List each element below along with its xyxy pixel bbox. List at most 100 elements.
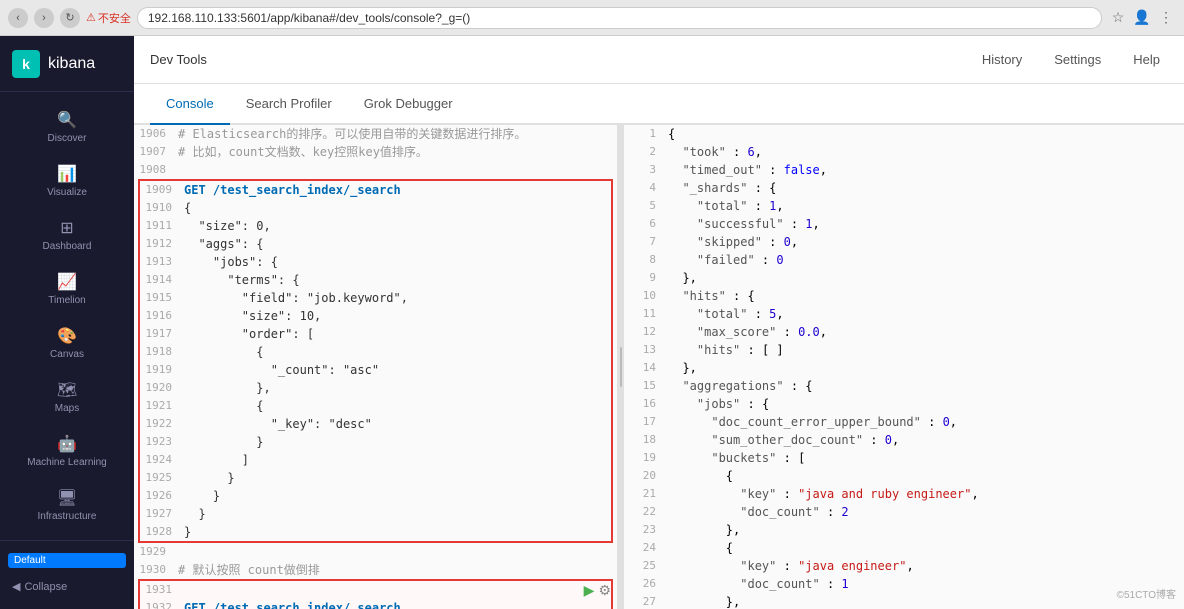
discover-icon: 🔍 <box>57 110 77 130</box>
editor-line[interactable]: 1919 "_count": "asc" <box>138 361 613 379</box>
editor-line[interactable]: 1909GET /test_search_index/_search <box>138 179 613 199</box>
sidebar-item-logs[interactable]: 📋 Logs <box>0 532 134 540</box>
response-line-content: "hits" : [ ] <box>664 341 1184 359</box>
response-line-number: 22 <box>624 503 664 521</box>
tab-console[interactable]: Console <box>150 84 230 125</box>
help-button[interactable]: Help <box>1125 48 1168 71</box>
response-line: 18 "sum_other_doc_count" : 0, <box>624 431 1184 449</box>
sidebar-logo: k kibana <box>0 36 134 92</box>
editor-line[interactable]: 1918 { <box>138 343 613 361</box>
sidebar-item-dashboard[interactable]: ⊞ Dashboard <box>0 208 134 262</box>
response-line: 27 }, <box>624 593 1184 609</box>
sidebar-item-label: Infrastructure <box>38 511 97 522</box>
ml-icon: 🤖 <box>57 434 77 454</box>
sidebar-item-infrastructure[interactable]: 🖥 Infrastructure <box>0 478 134 532</box>
sidebar-item-visualize[interactable]: 📊 Visualize <box>0 154 134 208</box>
sidebar-item-ml[interactable]: 🤖 Machine Learning <box>0 424 134 478</box>
response-line: 10 "hits" : { <box>624 287 1184 305</box>
editor-line[interactable]: 1929 <box>134 543 617 561</box>
default-space-badge[interactable]: Default <box>8 553 126 568</box>
collapse-button[interactable]: ◀ Collapse <box>0 572 134 601</box>
line-content: "field": "job.keyword", <box>180 289 611 307</box>
editor-line[interactable]: 1921 { <box>138 397 613 415</box>
editor-line[interactable]: 1910{ <box>138 199 613 217</box>
response-line-number: 27 <box>624 593 664 609</box>
response-line-content: }, <box>664 593 1184 609</box>
tabs-bar: Console Search Profiler Grok Debugger <box>134 84 1184 125</box>
response-line-number: 3 <box>624 161 664 179</box>
editor-line[interactable]: 1924 ] <box>138 451 613 469</box>
address-bar[interactable]: 192.168.110.133:5601/app/kibana#/dev_too… <box>137 7 1102 29</box>
dashboard-icon: ⊞ <box>60 218 73 238</box>
editor-line[interactable]: 1912 "aggs": { <box>138 235 613 253</box>
editor-line[interactable]: 1923 } <box>138 433 613 451</box>
line-content: "size": 0, <box>180 217 611 235</box>
editor-line[interactable]: 1926 } <box>138 487 613 505</box>
history-button[interactable]: History <box>974 48 1030 71</box>
collapse-label: Collapse <box>24 581 67 593</box>
tab-search-profiler[interactable]: Search Profiler <box>230 84 348 125</box>
code-editor[interactable]: 1906# Elasticsearch的排序。可以使用自带的关键数据进行排序。1… <box>134 125 617 609</box>
editor-line[interactable]: 1913 "jobs": { <box>138 253 613 271</box>
tab-grok-debugger[interactable]: Grok Debugger <box>348 84 469 125</box>
response-line-content: "jobs" : { <box>664 395 1184 413</box>
editor-line[interactable]: 1931▶⚙ <box>138 579 613 599</box>
editor-line[interactable]: 1907# 比如，count文档数、key控照key值排序。 <box>134 143 617 161</box>
editor-line[interactable]: 1932GET /test_search_index/_search <box>138 599 613 609</box>
response-line-number: 17 <box>624 413 664 431</box>
line-number: 1916 <box>140 307 180 325</box>
response-line-content: "timed_out" : false, <box>664 161 1184 179</box>
editor-line[interactable]: 1916 "size": 10, <box>138 307 613 325</box>
sidebar-item-discover[interactable]: 🔍 Discover <box>0 100 134 154</box>
reload-button[interactable]: ↻ <box>60 8 80 28</box>
response-line: 26 "doc_count" : 1 <box>624 575 1184 593</box>
sidebar-item-canvas[interactable]: 🎨 Canvas <box>0 316 134 370</box>
run-button[interactable]: ▶ <box>584 582 595 599</box>
response-line: 17 "doc_count_error_upper_bound" : 0, <box>624 413 1184 431</box>
response-line: 13 "hits" : [ ] <box>624 341 1184 359</box>
response-line-content: }, <box>664 269 1184 287</box>
response-line: 4 "_shards" : { <box>624 179 1184 197</box>
sidebar-item-label: Canvas <box>50 349 84 360</box>
line-number: 1923 <box>140 433 180 451</box>
editor-line[interactable]: 1914 "terms": { <box>138 271 613 289</box>
editor-line[interactable]: 1911 "size": 0, <box>138 217 613 235</box>
watermark: ©51CTO博客 <box>1117 586 1176 601</box>
editor-line[interactable]: 1906# Elasticsearch的排序。可以使用自带的关键数据进行排序。 <box>134 125 617 143</box>
section-settings-button[interactable]: ⚙ <box>598 582 611 599</box>
sidebar-item-timelion[interactable]: 📈 Timelion <box>0 262 134 316</box>
response-line-number: 1 <box>624 125 664 143</box>
response-line-number: 4 <box>624 179 664 197</box>
sidebar-item-label: Discover <box>48 133 87 144</box>
settings-button[interactable]: Settings <box>1046 48 1109 71</box>
profile-icon[interactable]: 👤 <box>1132 8 1152 28</box>
forward-button[interactable]: › <box>34 8 54 28</box>
editor-line[interactable]: 1928} <box>138 523 613 543</box>
response-line-content: "key" : "java and ruby engineer", <box>664 485 1184 503</box>
editor-line[interactable]: 1930# 默认按照 count做倒排 <box>134 561 617 579</box>
sidebar-item-maps[interactable]: 🗺 Maps <box>0 370 134 424</box>
editor-line[interactable]: 1915 "field": "job.keyword", <box>138 289 613 307</box>
sidebar-item-label: Machine Learning <box>27 457 107 468</box>
sidebar: k kibana 🔍 Discover 📊 Visualize ⊞ Dashbo… <box>0 36 134 609</box>
line-number: 1910 <box>140 199 180 217</box>
line-content: GET /test_search_index/_search <box>180 599 611 609</box>
response-line-number: 8 <box>624 251 664 269</box>
editor-line[interactable]: 1925 } <box>138 469 613 487</box>
line-number: 1930 <box>134 561 174 579</box>
line-content: "_key": "desc" <box>180 415 611 433</box>
editor-line[interactable]: 1920 }, <box>138 379 613 397</box>
menu-icon[interactable]: ⋮ <box>1156 8 1176 28</box>
editor-line[interactable]: 1922 "_key": "desc" <box>138 415 613 433</box>
response-line: 22 "doc_count" : 2 <box>624 503 1184 521</box>
editor-line[interactable]: 1917 "order": [ <box>138 325 613 343</box>
bookmark-icon[interactable]: ☆ <box>1108 8 1128 28</box>
editor-line[interactable]: 1908 <box>134 161 617 179</box>
editor-line[interactable]: 1927 } <box>138 505 613 523</box>
response-line-content: "skipped" : 0, <box>664 233 1184 251</box>
response-line: 11 "total" : 5, <box>624 305 1184 323</box>
response-line-content: "failed" : 0 <box>664 251 1184 269</box>
back-button[interactable]: ‹ <box>8 8 28 28</box>
response-line-number: 11 <box>624 305 664 323</box>
browser-actions: ☆ 👤 ⋮ <box>1108 8 1176 28</box>
